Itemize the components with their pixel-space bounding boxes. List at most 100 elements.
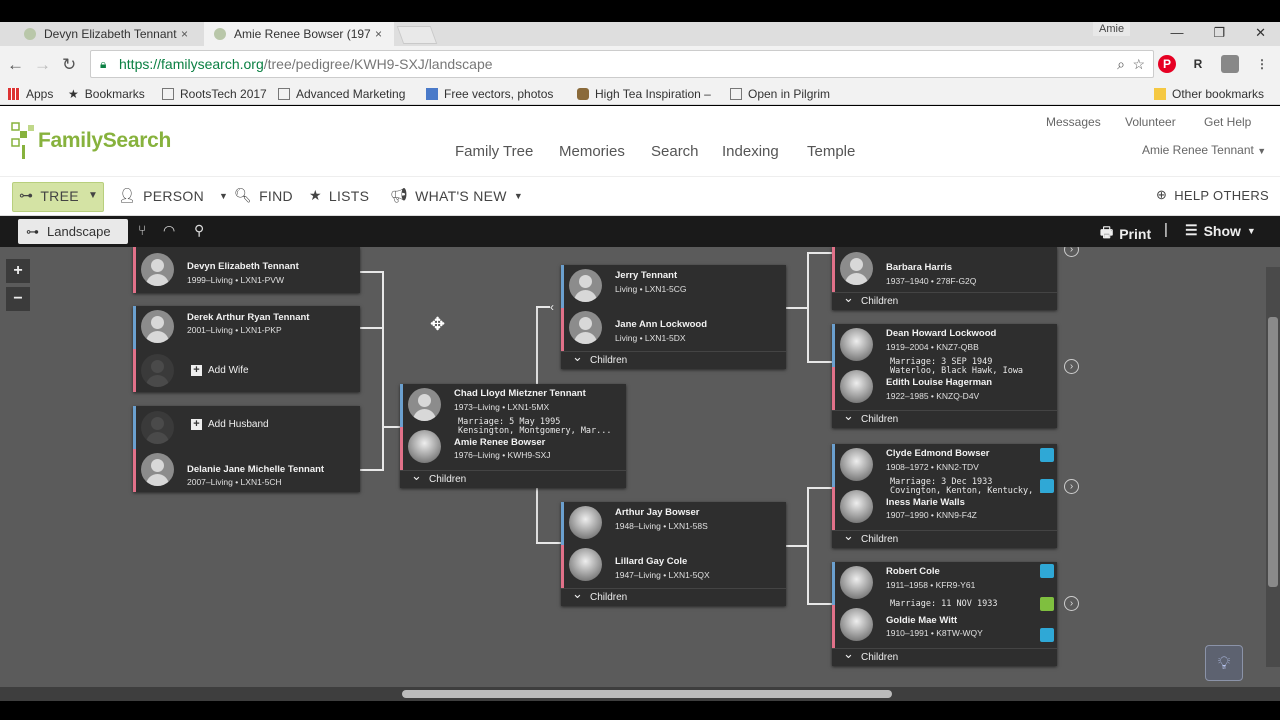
person-row[interactable]: Lillard Gay Cole 1947–Living • LXN1-5QX [561, 545, 786, 588]
children-toggle[interactable]: Children [561, 585, 786, 606]
person-row[interactable]: Amie Renee Bowser 1976–Living • KWH9-SXJ [400, 427, 626, 470]
person-row[interactable]: Derek Arthur Ryan Tennant 2001–Living • … [133, 306, 360, 349]
add-wife-button[interactable]: + Add Wife [191, 365, 249, 376]
tree-dropdown-caret-icon[interactable]: ▼ [88, 190, 98, 201]
zoom-search-icon[interactable]: ⌕ [1117, 51, 1125, 77]
familysearch-logo[interactable]: FamilySearch [10, 121, 171, 161]
child-card-derek[interactable]: Derek Arthur Ryan Tennant 2001–Living • … [133, 306, 360, 392]
nav-memories[interactable]: Memories [559, 143, 625, 160]
fan-chart-icon[interactable]: ◠ [163, 222, 175, 239]
record-hint-icon[interactable] [1040, 448, 1054, 462]
bookmark-free-vectors[interactable]: Free vectors, photos [426, 87, 553, 101]
record-hint-icon[interactable] [1040, 564, 1054, 578]
person-row[interactable]: Arthur Jay Bowser 1948–Living • LXN1-58S [561, 502, 786, 545]
horizontal-scrollbar[interactable] [0, 687, 1280, 701]
person-row[interactable]: Devyn Elizabeth Tennant 1999–Living • LX… [133, 247, 360, 293]
grandparent-card-cole[interactable]: Robert Cole 1911–1958 • KFR9-Y61 Marriag… [832, 562, 1057, 666]
show-menu[interactable]: ☰ Show ▼ [1185, 222, 1256, 239]
pinterest-icon[interactable]: P [1158, 55, 1176, 73]
find-menu[interactable]: 🔍︎ FIND [234, 187, 293, 204]
person-menu[interactable]: 👤︎ PERSON ▼ [118, 187, 228, 204]
grandparent-card-lockwood[interactable]: Dean Howard Lockwood 1919–2004 • KNZ7-QB… [832, 324, 1057, 428]
parents-card-bowser[interactable]: Arthur Jay Bowser 1948–Living • LXN1-58S… [561, 502, 786, 606]
extension-square-icon[interactable] [1221, 55, 1239, 73]
lightbulb-feedback-icon[interactable]: 💡︎ [1205, 645, 1243, 681]
add-spouse-row[interactable]: + Add Husband [133, 406, 360, 449]
pedigree-canvas[interactable]: + − ‹ Devyn Elizabeth Tennant 1999–Livin… [0, 247, 1280, 687]
other-bookmarks[interactable]: Other bookmarks [1154, 87, 1264, 101]
print-button[interactable]: 🖶︎ Print [1100, 222, 1151, 246]
bookmark-star-icon[interactable]: ☆ [1132, 51, 1145, 77]
grandparent-card-bowser[interactable]: Clyde Edmond Bowser 1908–1972 • KNN2-TDV… [832, 444, 1057, 548]
extension-r-icon[interactable]: R [1189, 55, 1207, 73]
bookmark-pilgrim[interactable]: Open in Pilgrim [730, 87, 830, 101]
volunteer-link[interactable]: Volunteer [1125, 115, 1176, 129]
minimize-icon[interactable]: — [1170, 25, 1183, 41]
get-help-link[interactable]: Get Help [1204, 115, 1251, 129]
person-row[interactable]: Iness Marie Walls 1907–1990 • KNN9-F4Z [832, 487, 1057, 530]
close-window-icon[interactable]: ✕ [1255, 25, 1266, 41]
horizontal-scroll-thumb[interactable] [402, 690, 892, 698]
nav-temple[interactable]: Temple [807, 143, 855, 160]
parents-card-tennant[interactable]: Jerry Tennant Living • LXN1-5CG Jane Ann… [561, 265, 786, 369]
forward-arrow-icon[interactable]: → [34, 55, 51, 75]
person-row[interactable]: Goldie Mae Witt 1910–1991 • K8TW-WQY [832, 605, 1057, 648]
add-spouse-row[interactable]: + Add Wife [133, 349, 360, 392]
child-card-devyn[interactable]: Devyn Elizabeth Tennant 1999–Living • LX… [133, 247, 360, 293]
tree-menu[interactable]: ⊶ TREE [19, 187, 79, 204]
add-husband-button[interactable]: + Add Husband [191, 419, 269, 430]
focus-couple-card[interactable]: Chad Lloyd Mietzner Tennant 1973–Living … [400, 384, 626, 488]
grandparent-card-harris[interactable]: Barbara Harris 1937–1940 • 278F-G2Q Chil… [832, 247, 1057, 310]
back-arrow-icon[interactable]: ← [7, 55, 24, 75]
tab-amie[interactable]: Amie Renee Bowser (197 × [204, 22, 394, 46]
plus-icon: + [191, 365, 202, 376]
menu-dots-icon[interactable]: ⋮ [1253, 55, 1271, 73]
person-row[interactable]: Jane Ann Lockwood Living • LXN1-5DX [561, 308, 786, 351]
person-row[interactable]: Delanie Jane Michelle Tennant 2007–Livin… [133, 449, 360, 492]
person-row[interactable]: Jerry Tennant Living • LXN1-5CG [561, 265, 786, 308]
person-dates: 2007–Living • LXN1-5CH [187, 477, 282, 487]
zoom-in-button[interactable]: + [6, 259, 30, 283]
bookmark-advanced-marketing[interactable]: Advanced Marketing [278, 87, 405, 101]
profile-badge[interactable]: Amie [1093, 22, 1131, 36]
children-toggle[interactable]: Children [400, 467, 626, 488]
lists-menu[interactable]: ★ LISTS [309, 187, 369, 204]
expand-arrow-icon[interactable]: › [1064, 247, 1079, 257]
bookmark-bookmarks[interactable]: ★ Bookmarks [68, 87, 145, 101]
children-toggle[interactable]: Children [832, 289, 1057, 310]
vertical-scroll-thumb[interactable] [1268, 317, 1278, 587]
restore-icon[interactable]: ❐ [1213, 25, 1225, 41]
nav-family-tree[interactable]: Family Tree [455, 143, 533, 160]
collapse-chevron-icon[interactable]: ‹ [550, 300, 554, 314]
children-toggle[interactable]: Children [832, 645, 1057, 666]
person-row[interactable]: Edith Louise Hagerman 1922–1985 • KNZQ-D… [832, 367, 1057, 410]
portrait-view-icon[interactable]: ⑂ [138, 222, 146, 238]
tab-close-icon[interactable]: × [181, 27, 188, 41]
zoom-out-button[interactable]: − [6, 287, 30, 311]
children-toggle[interactable]: Children [832, 407, 1057, 428]
address-bar[interactable]: 🔒︎ https://familysearch.org/tree/pedigre… [90, 50, 1154, 78]
nav-search[interactable]: Search [651, 143, 699, 160]
expand-arrow-icon[interactable]: › [1064, 479, 1079, 494]
person-row[interactable]: Barbara Harris 1937–1940 • 278F-G2Q [832, 247, 1057, 292]
children-toggle[interactable]: Children [561, 348, 786, 369]
messages-link[interactable]: Messages [1046, 115, 1101, 129]
bookmark-high-tea[interactable]: High Tea Inspiration – [577, 87, 711, 101]
whats-new-menu[interactable]: 📢︎ WHAT'S NEW ▼ [390, 187, 523, 204]
new-tab-button[interactable] [396, 26, 438, 44]
landscape-view-button[interactable]: ⊶ Landscape [18, 219, 128, 244]
child-card-delanie[interactable]: + Add Husband Delanie Jane Michelle Tenna… [133, 406, 360, 492]
help-others-button[interactable]: ⊕ HELP OTHERS [1156, 187, 1269, 203]
record-hint-icon[interactable] [1040, 628, 1054, 642]
bookmark-apps[interactable]: Apps [8, 87, 53, 101]
expand-arrow-icon[interactable]: › [1064, 596, 1079, 611]
tab-close-icon[interactable]: × [375, 27, 382, 41]
bookmark-rootstech[interactable]: RootsTech 2017 [162, 87, 267, 101]
reload-icon[interactable]: ↻ [62, 55, 76, 75]
children-toggle[interactable]: Children [832, 527, 1057, 548]
nav-indexing[interactable]: Indexing [722, 143, 779, 160]
tab-devyn[interactable]: Devyn Elizabeth Tennant × [14, 22, 200, 46]
descendancy-icon[interactable]: ⚲ [194, 222, 204, 239]
user-menu[interactable]: Amie Renee Tennant ▼ [1142, 143, 1266, 157]
expand-arrow-icon[interactable]: › [1064, 359, 1079, 374]
